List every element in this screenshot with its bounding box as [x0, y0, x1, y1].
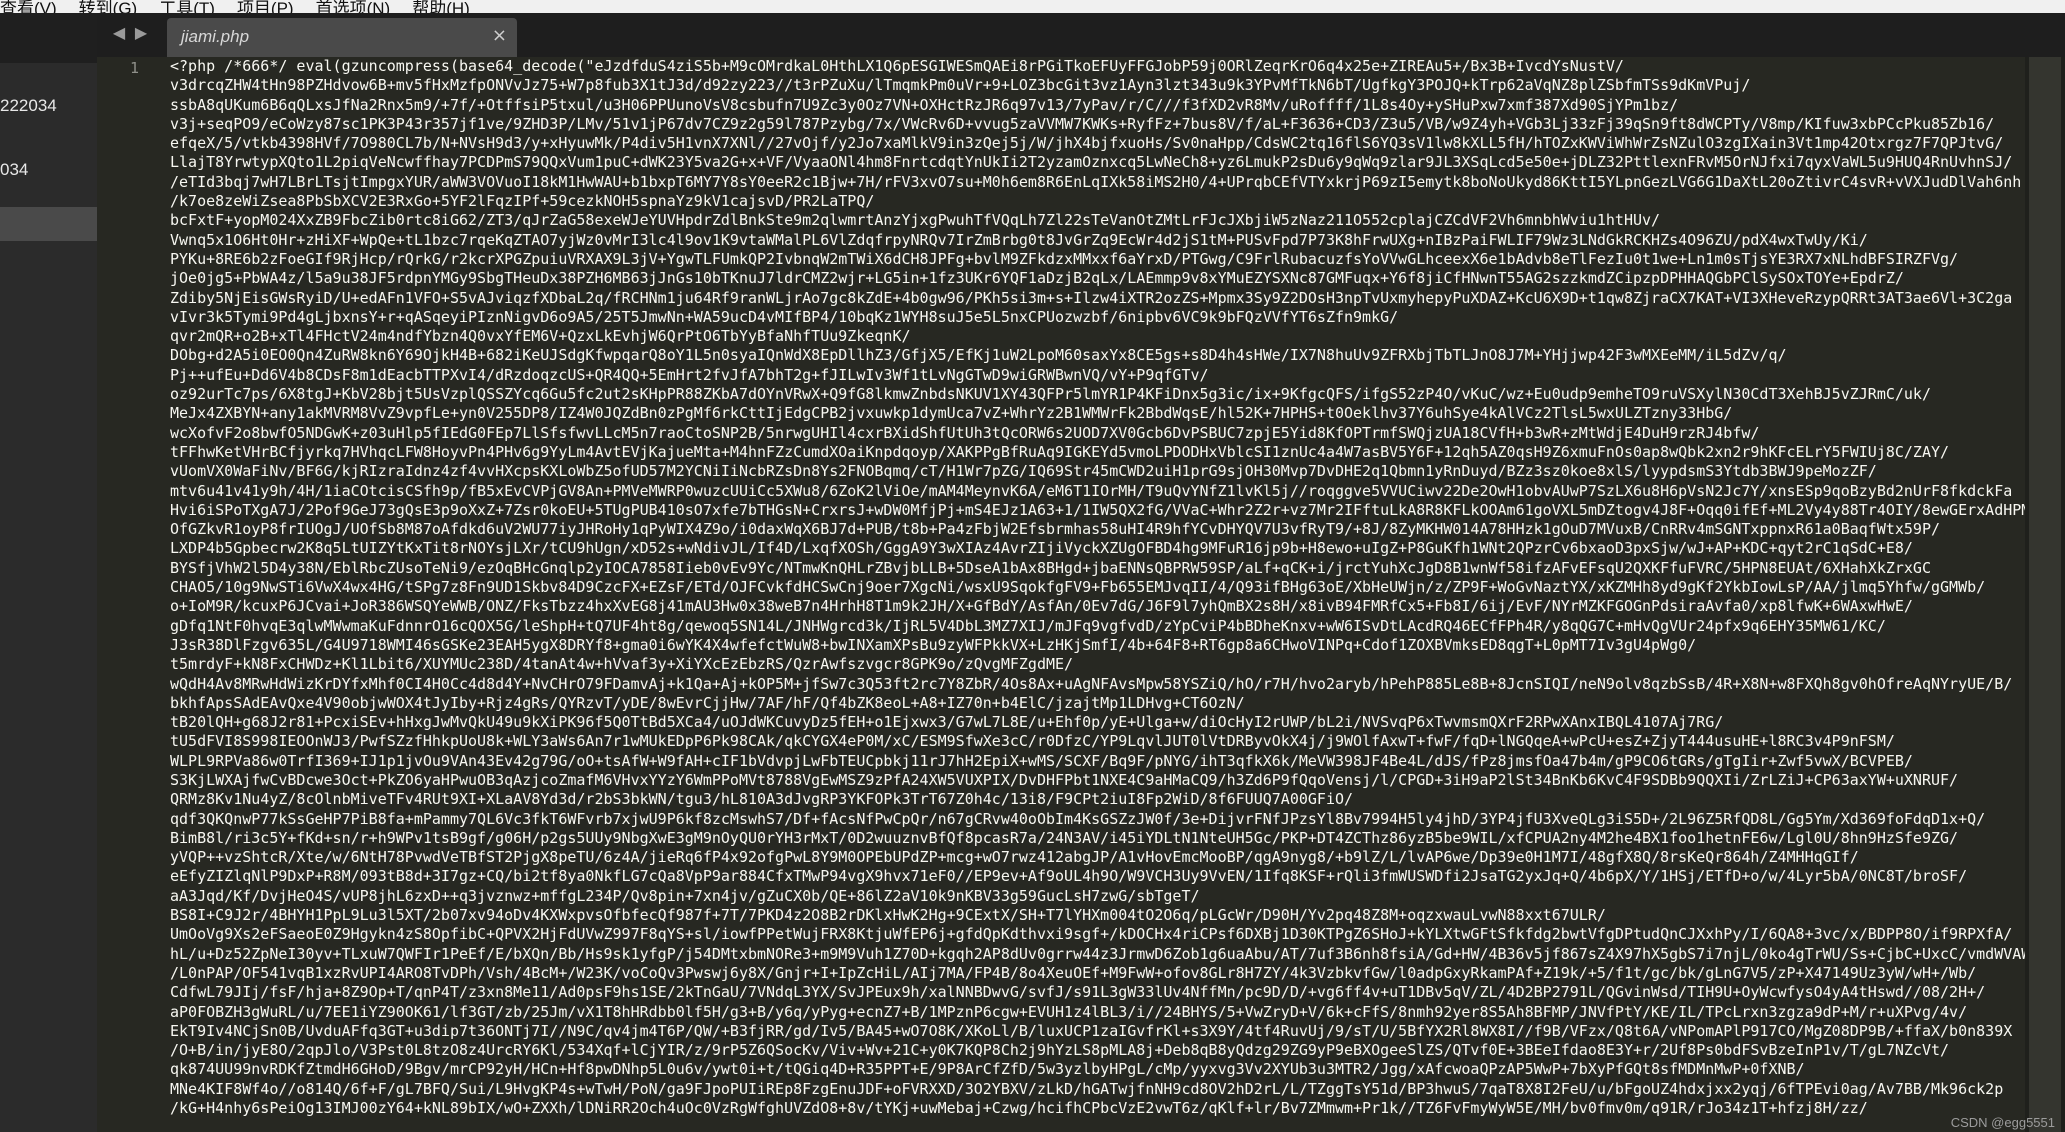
code-line: bkhfApsSAdEAvQxe4V90objwWOX4tJyIby+Rjz4g… — [170, 693, 1245, 712]
close-icon[interactable]: × — [492, 25, 507, 46]
sidebar-item-selected[interactable] — [0, 207, 97, 241]
code-line: BYSfjVhW2l5D4y38N/EblRbcZUsoTeNi9/ezOqBH… — [170, 558, 1931, 577]
code-content: <?php /*666*/ eval(gzuncompress(base64_d… — [170, 57, 2025, 1118]
code-line: Vwnq5x1O6Ht0Hr+zHiXF+WpQe+tL1bzc7rqeKqZT… — [170, 230, 1868, 249]
code-line: gDfq1NtF0hvqE3qlwMWwmaKuFdnnrO16cQOX5G/l… — [170, 616, 1886, 635]
code-line: aP0FOBZH3gWuRL/u/7EE1iYZ90OK61/lf3GT/zb/… — [170, 1002, 1968, 1021]
code-line: yVQP++vzShtcR/Xte/w/6NtH78PvwdVeTBfST2Pj… — [170, 848, 1859, 867]
code-line: DObg+d2A5i0EO0Qn4ZuRW8kn6Y69OjkH4B+682iK… — [170, 346, 1787, 365]
tab-bar: ◀ ▶ jiami.php × — [97, 13, 2065, 57]
code-line: PYKu+8RE6b2zFoeGIf9RjHcp/rQrkG/r2kcrXPGZ… — [170, 249, 1959, 268]
code-line: UmOoVg9Xs2eFSaeoE0Z9Hgykn4zS8OpfibC+QPVX… — [170, 925, 2013, 944]
code-line: hL/u+Dz52ZpNeI30yv+TLxuW7QWFIr1PeEf/E/bX… — [170, 944, 2025, 963]
code-line: v3drcqZHW4tHn98PZHdvow6B+mv5fHxMzfpONVvJ… — [170, 76, 1751, 95]
code-line: CHAO5/10g9NwSTi6VwX4wx4HG/tSPg7z8Fn9UD1S… — [170, 578, 1986, 597]
menu-preferences[interactable]: 首选项(N) — [316, 0, 391, 13]
code-line: o+IoM9R/kcuxP6JCvai+JoR386WSQYeWWB/ONZ/F… — [170, 597, 1913, 616]
menu-list: 查看(V) 转到(G) 工具(T) 项目(P) 首选项(N) 帮助(H) — [0, 0, 470, 13]
menu-goto[interactable]: 转到(G) — [79, 0, 138, 13]
code-line: wQdH4Av8MRwHdWizKrDYfxMhf0CI4H0Cc4d8d4Y+… — [170, 674, 2013, 693]
code-line: J3sR38DlFzgv635L/G4U9718WMI46sGSKe23EAH5… — [170, 635, 1697, 654]
tab-jiami-php[interactable]: jiami.php × — [167, 18, 517, 57]
code-line: bcFxtF+yopM024XxZB9FbcZib0rtc8iG62/ZT3/q… — [170, 211, 1661, 230]
code-line: MNe4KIF8Wf4o//o814Q/6f+F/gL7BFQ/Sui/L9Hv… — [170, 1079, 2004, 1098]
code-line: tB20lQH+g68J2r81+PcxiSEv+hHxgJwMvQkU49u9… — [170, 713, 1724, 732]
code-line: mtv6u41v41y9h/4H/1iaCOtcisCSfh9p/fB5xEvC… — [170, 481, 2013, 500]
code-line: S3KjLWXAjfwCvBDcwe3Oct+PkZO6yaHPwuOB3qAz… — [170, 770, 1959, 789]
code-line: vUomVX0WaFiNv/BF6G/kjRIzraIdnz4zf4vvHXcp… — [170, 462, 1877, 481]
code-line: qk874UU99nvRDKfZtmdH6GHoD/9Bgv/mrCP92yH/… — [170, 1060, 1805, 1079]
code-line: EkT9Iv4NCjSn0B/UvduAFfq3GT+u3dip7t36ONTj… — [170, 1021, 2013, 1040]
code-line: qvr2mQR+o2B+xTl4FHctV24m4ndfYbzn4Q0vxYfE… — [170, 327, 911, 346]
code-line: ssbA8qUKum6B6qQLxsJfNa2Rnx5m9/+7f/+Otffs… — [170, 95, 1679, 114]
code-line: OfGZkvR1oyP8frIUOgJ/UOfSb8M87oAfdkd6uV2W… — [170, 520, 1941, 539]
code-line: v3j+seqPO9/eCoWzy87sc1PK3P43r357jf1ve/9Z… — [170, 114, 1995, 133]
sidebar: 222034 034 — [0, 13, 97, 1132]
menu-project[interactable]: 项目(P) — [237, 0, 294, 13]
code-line: qdf3QKQnwP77kSsGeHP7PiB8fa+mPammy7QL6Vc3… — [170, 809, 1986, 828]
code-line: efqeX/5/vtkb4398HVf/7O980CL7b/N+NVsH9d3/… — [170, 134, 2004, 153]
sidebar-item-034[interactable]: 034 — [0, 157, 97, 183]
code-line: /L0nPAP/OF541vqB1xzRvUPI4ARO8TvDPh/Vsh/4… — [170, 963, 1977, 982]
code-line: /eTId3bqj7wH7LBrLTsjtImpgxYUR/aWW3VOVuoI… — [170, 172, 2022, 191]
code-line: /kG+H4nhy6sPeiOg13IMJ00zY64+kNL89bIX/wO+… — [170, 1099, 1868, 1118]
code-line: Hvi6iSPoTXgA7J/2Pof9GeJ73gQsE3p9oXxZ+7Zs… — [170, 500, 2025, 519]
menu-tools[interactable]: 工具(T) — [159, 0, 215, 13]
line-number-gutter: 1 — [97, 57, 162, 1132]
tab-label: jiami.php — [181, 27, 250, 46]
code-line: BS8I+C9J2r/4BHYH1PpL9Lu3l5XT/2b07xv94oDv… — [170, 906, 1606, 925]
code-line: wcXofvF2o8bwfO5NDGwK+z03uHlp5fIEdG0FEp7L… — [170, 423, 1760, 442]
code-line: tU5dFVI8S998IEOOnWJ3/PwfSZzfHhkpUoU8k+WL… — [170, 732, 1895, 751]
code-line: jOe0jg5+PbWA4z/l5a9u38JF5rdpnYMGy9SbgTHe… — [170, 269, 1904, 288]
scrollbar-thumb[interactable] — [2029, 57, 2061, 1132]
menu-help[interactable]: 帮助(H) — [412, 0, 470, 13]
code-line: t5mrdyF+kN8FxCHWDz+Kl1Lbit6/XUYMUc238D/4… — [170, 655, 1074, 674]
code-line: WLPL9RPVa86w0TrfI369+IJ1p1jvOu9VAn43Ev42… — [170, 751, 1913, 770]
code-line: tFFhwKetVHrBCfjyrkq7HVhqcLFW8HoyvPn4PHv6… — [170, 442, 1950, 461]
code-line: LXDP4b5Gpbecrw2K8q5LtUIZYtKxTit8rNOYsjLX… — [170, 539, 1913, 558]
code-line: MeJx4ZXBYN+any1akMVRM8VvZ9vpfLe+yn0V255D… — [170, 404, 1733, 423]
code-line: QRMz8Kv1Nu4yZ/8cOlnbMiveTFv4RUt9XI+XLaAV… — [170, 790, 1354, 809]
code-line: Zdiby5NjEisGWsRyiD/U+edAFn1VFO+S5vAJviqz… — [170, 288, 2013, 307]
menu-view[interactable]: 查看(V) — [0, 0, 57, 13]
code-line: /O+B/in/jyE8O/2qpJlo/V3Pst0L8tzO8z4UrcRY… — [170, 1041, 1950, 1060]
minimap-scrollbar[interactable] — [2025, 57, 2065, 1132]
watermark: CSDN @egg5551 — [1950, 1115, 2055, 1130]
back-icon[interactable]: ◀ — [109, 21, 129, 45]
menu-bar: 查看(V) 转到(G) 工具(T) 项目(P) 首选项(N) 帮助(H) — [0, 0, 2065, 13]
code-line: eEfyZIZlqNlP9DxP+R8M/093tB8d+3I7gz+CQ/bi… — [170, 867, 1968, 886]
code-line: vIvr3k5Tymi9Pd4gLjbxnsY+r+qASqeyiPIznNig… — [170, 307, 1399, 326]
sidebar-item-222034[interactable]: 222034 — [0, 93, 97, 119]
code-line: BimB8l/ri3c5Y+fKd+sn/r+h9WPv1tsB9gf/g06H… — [170, 828, 1959, 847]
forward-icon[interactable]: ▶ — [131, 21, 151, 45]
code-line: aA3Jqd/Kf/DvjHeO4S/vUP8jhL6zxD++q3jvznwz… — [170, 886, 1200, 905]
code-line: oz92urTc7ps/6X8tgJ+KbV28bjt5UsVzplQSSZYc… — [170, 385, 1931, 404]
code-line: CdfwL79JIj/fsF/hja+8Z9Op+T/qnP4T/z3xn8Me… — [170, 983, 1986, 1002]
code-line: Pj++ufEu+Dd6V4b8CDsF8m1dEacbTTPXvI4/dRzd… — [170, 365, 1209, 384]
code-line: LlajT8YrwtypXQto1L2piqVeNcwffhay7PCDPmS7… — [170, 153, 2013, 172]
code-line: /k7oe8zeWiZsea8PbSbXCV2E3RxGo+5YF2lFqzIP… — [170, 192, 875, 211]
code-line: <?php /*666*/ eval(gzuncompress(base64_d… — [170, 57, 1624, 75]
sidebar-header — [0, 13, 97, 63]
code-editor[interactable]: <?php /*666*/ eval(gzuncompress(base64_d… — [162, 57, 2025, 1132]
line-number: 1 — [129, 59, 139, 77]
